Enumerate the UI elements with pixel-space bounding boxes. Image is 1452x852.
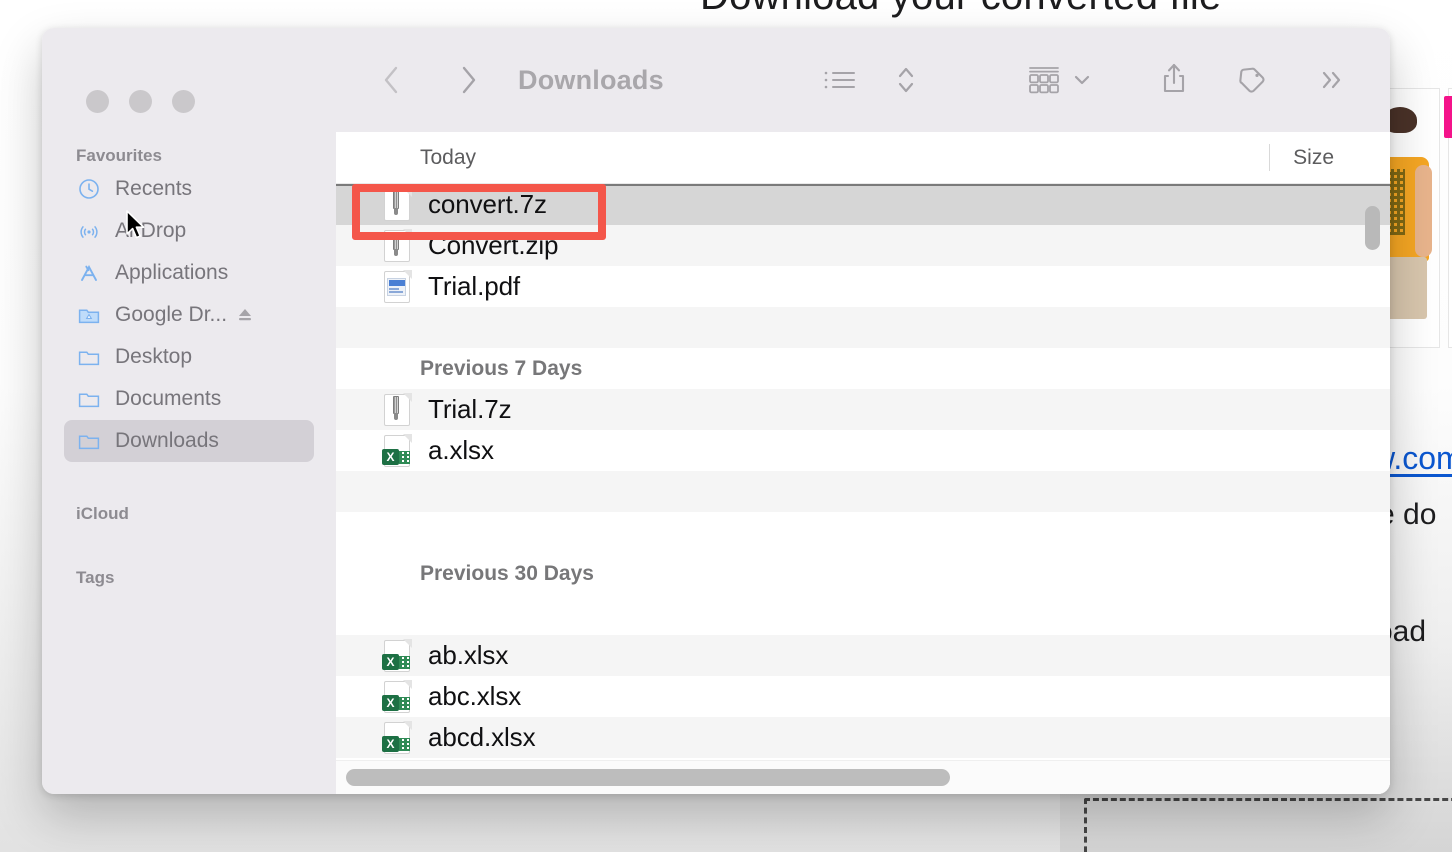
table-row[interactable]: X abcd.xlsx — [336, 717, 1390, 758]
group-header: Previous 30 Days — [420, 561, 594, 585]
sidebar-item-label: Recents — [115, 177, 193, 200]
sidebar-item-applications[interactable]: Applications — [64, 252, 314, 294]
google-drive-folder-icon — [76, 302, 102, 328]
airdrop-icon — [76, 218, 102, 244]
close-button[interactable] — [86, 90, 109, 113]
group-header: Previous 7 Days — [420, 356, 583, 380]
horizontal-scrollbar-thumb[interactable] — [346, 769, 950, 786]
background-dropzone[interactable] — [1084, 798, 1452, 852]
file-name: Trial.7z — [428, 394, 512, 424]
tag-icon[interactable] — [1234, 57, 1270, 103]
list-spacer — [336, 471, 1390, 512]
sidebar-item-recents[interactable]: Recents — [64, 168, 314, 210]
screenshot-root: Download your converted file w.com e do … — [0, 0, 1452, 852]
pdf-icon — [382, 269, 412, 304]
table-row[interactable]: Trial.7z — [336, 389, 1390, 430]
clock-icon — [76, 176, 102, 202]
sidebar-item-label: AirDrop — [115, 219, 187, 242]
background-magenta-swatch — [1444, 96, 1452, 138]
column-header-name[interactable]: Today — [420, 146, 476, 170]
minimize-button[interactable] — [129, 90, 152, 113]
chevron-down-icon[interactable] — [1064, 57, 1100, 103]
sidebar-item-google-drive[interactable]: Google Dr... — [64, 294, 314, 336]
more-options-button[interactable] — [1314, 57, 1350, 103]
table-row[interactable]: Convert.zip — [336, 225, 1390, 266]
excel-icon: X — [382, 679, 412, 714]
file-list[interactable]: convert.7z Convert.zip Trial.pdf Previou… — [336, 184, 1390, 794]
table-row[interactable]: X a.xlsx — [336, 430, 1390, 471]
back-button[interactable] — [374, 57, 410, 103]
sidebar-item-label: Applications — [115, 261, 229, 284]
list-view-button[interactable] — [822, 57, 858, 103]
table-row[interactable]: convert.7z — [336, 184, 1390, 225]
column-header-row: Today Size — [336, 132, 1390, 184]
file-name: convert.7z — [428, 189, 547, 219]
table-row[interactable]: Trial.pdf — [336, 266, 1390, 307]
background-heading: Download your converted file — [700, 0, 1221, 19]
page-title: Downloads — [518, 64, 664, 95]
eject-icon[interactable] — [235, 305, 255, 325]
archive-icon — [382, 392, 412, 427]
share-icon[interactable] — [1156, 57, 1192, 103]
sidebar-item-documents[interactable]: Documents — [64, 378, 314, 420]
excel-icon: X — [382, 638, 412, 673]
vertical-scrollbar-thumb[interactable] — [1365, 206, 1380, 250]
finder-window: Favourites Recents AirDrop Applications … — [42, 28, 1390, 794]
zoom-button[interactable] — [172, 90, 195, 113]
sort-order-button[interactable] — [888, 57, 924, 103]
applications-icon — [76, 260, 102, 286]
list-spacer — [336, 307, 1390, 348]
file-name: abcd.xlsx — [428, 722, 536, 752]
file-name: Trial.pdf — [428, 271, 521, 301]
file-name: a.xlsx — [428, 435, 494, 465]
sidebar-item-label: Google Dr... — [115, 303, 228, 326]
archive-icon — [382, 228, 412, 263]
sidebar-item-airdrop[interactable]: AirDrop — [64, 210, 314, 252]
column-header-size-wrap: Size — [1269, 132, 1334, 183]
archive-icon — [382, 187, 412, 222]
sidebar-section-tags: Tags — [76, 568, 115, 587]
folder-icon — [76, 344, 102, 370]
finder-sidebar: Favourites Recents AirDrop Applications … — [42, 28, 336, 794]
horizontal-scrollbar-track[interactable] — [336, 760, 1390, 794]
toolbar-right-group — [822, 28, 1390, 132]
traffic-lights — [86, 90, 195, 113]
folder-icon — [76, 428, 102, 454]
table-row[interactable]: X ab.xlsx — [336, 635, 1390, 676]
finder-content: Downloads Today Size convert.7z Convert.… — [336, 28, 1390, 794]
file-name: abc.xlsx — [428, 681, 522, 711]
excel-icon: X — [382, 720, 412, 755]
sidebar-section-icloud: iCloud — [76, 504, 129, 523]
file-name: ab.xlsx — [428, 640, 509, 670]
forward-button[interactable] — [450, 57, 486, 103]
sidebar-item-label: Downloads — [115, 429, 219, 452]
sidebar-item-desktop[interactable]: Desktop — [64, 336, 314, 378]
excel-icon: X — [382, 433, 412, 468]
group-by-button[interactable] — [1024, 57, 1064, 103]
table-row[interactable]: X abc.xlsx — [336, 676, 1390, 717]
sidebar-item-label: Desktop — [115, 345, 193, 368]
sidebar-section-favourites: Favourites — [76, 146, 162, 165]
column-header-size[interactable]: Size — [1293, 146, 1334, 170]
folder-icon — [76, 386, 102, 412]
sidebar-item-label: Documents — [115, 387, 222, 410]
sidebar-item-downloads[interactable]: Downloads — [64, 420, 314, 462]
file-name: Convert.zip — [428, 230, 559, 260]
finder-toolbar: Downloads — [336, 28, 1390, 132]
